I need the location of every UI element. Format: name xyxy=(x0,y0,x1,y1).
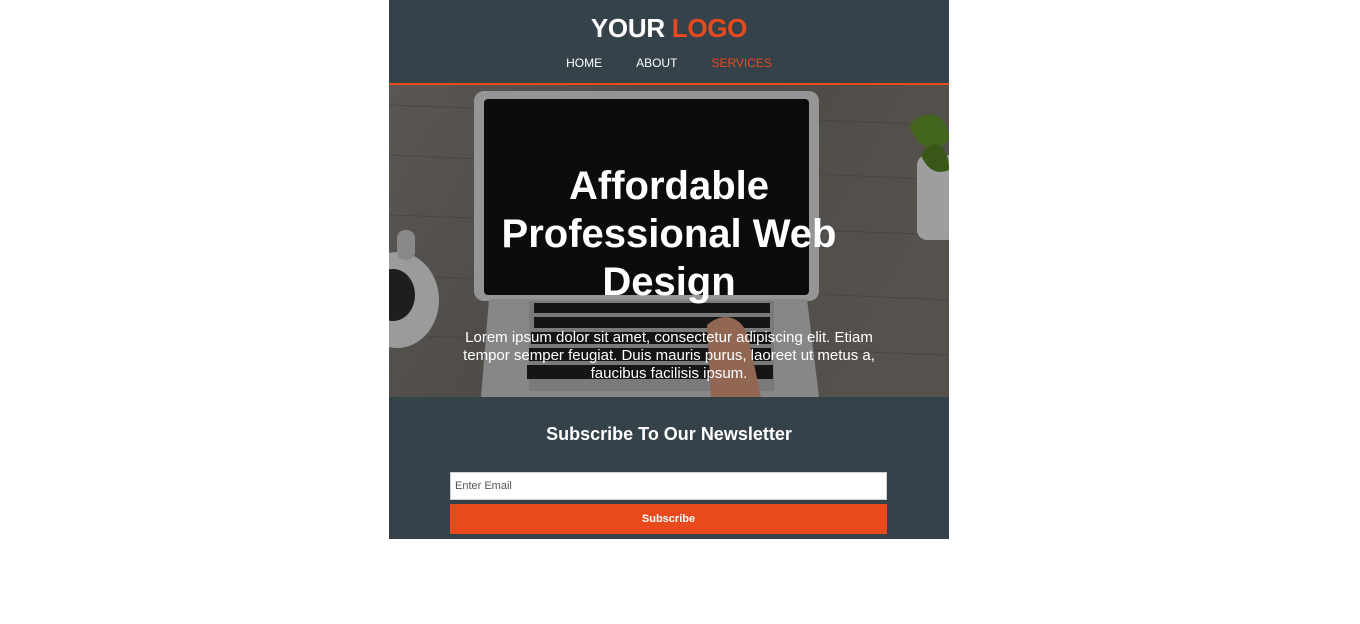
newsletter-section: Subscribe To Our Newsletter Subscribe xyxy=(389,397,949,539)
site-header: YOUR LOGO HOME ABOUT SERVICES xyxy=(389,0,949,85)
hero-description: Lorem ipsum dolor sit amet, consectetur … xyxy=(463,329,875,382)
nav-link-services[interactable]: SERVICES xyxy=(694,56,788,70)
nav-link-home[interactable]: HOME xyxy=(549,56,619,70)
logo-highlight-text: LOGO xyxy=(671,13,748,43)
email-input[interactable] xyxy=(450,472,887,500)
subscribe-button[interactable]: Subscribe xyxy=(450,504,887,534)
newsletter-title: Subscribe To Our Newsletter xyxy=(546,424,792,444)
hero-title: Affordable Professional Web Design xyxy=(501,164,837,304)
logo-primary-text: YOUR xyxy=(590,13,665,43)
logo[interactable]: YOUR LOGO xyxy=(389,13,949,44)
nav-link-about[interactable]: ABOUT xyxy=(619,56,694,70)
page-container: YOUR LOGO HOME ABOUT SERVICES Affordable… xyxy=(389,0,949,539)
hero-section: Affordable Professional Web Design Lorem… xyxy=(389,85,949,397)
main-nav: HOME ABOUT SERVICES xyxy=(389,56,949,70)
